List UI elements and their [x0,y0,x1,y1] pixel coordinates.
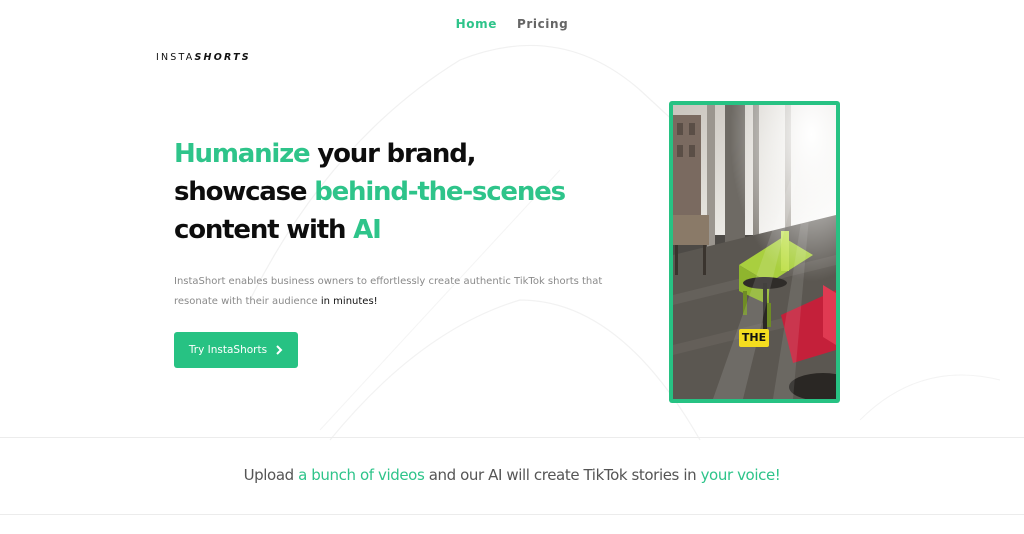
subtitle-emphasis: in minutes! [320,296,378,307]
logo-text-light: INSTA [156,52,195,63]
headline-part-5: content with [174,215,354,245]
nav-home-link[interactable]: Home [456,17,497,31]
try-instashorts-button[interactable]: Try InstaShorts [174,332,298,368]
headline-part-2: your brand, [309,139,476,169]
chevron-right-icon [276,345,283,355]
tagline-part-1: Upload [243,466,299,484]
video-caption: THE [739,329,769,347]
video-thumbnail-image [673,105,836,399]
logo-text-bold: SHORTS [194,52,251,63]
headline-part-4: behind-the-scenes [314,177,566,207]
video-preview-frame[interactable] [669,101,840,403]
cta-label: Try InstaShorts [188,344,268,356]
tagline-part-2: a bunch of videos [298,466,425,484]
section-divider-top [0,437,1024,438]
nav-pricing-link[interactable]: Pricing [517,17,568,31]
headline-part-3: showcase [174,177,315,207]
top-nav: Home Pricing [0,17,1024,31]
hero-subtitle: InstaShort enables business owners to ef… [174,272,614,312]
hero-headline: Humanize your brand, showcase behind-the… [174,135,644,249]
video-preview [673,105,836,399]
section-divider-bottom [0,514,1024,515]
brand-logo[interactable]: INSTASHORTS [156,52,251,63]
tagline-part-3: and our AI will create TikTok stories in [424,466,701,484]
background-decoration [249,44,1001,441]
subtitle-text: InstaShort enables business owners to ef… [174,276,603,307]
headline-part-1: Humanize [174,139,311,169]
headline-part-6: AI [353,215,382,245]
tagline: Upload a bunch of videos and our AI will… [0,466,1024,484]
tagline-part-4: your voice! [700,466,781,484]
